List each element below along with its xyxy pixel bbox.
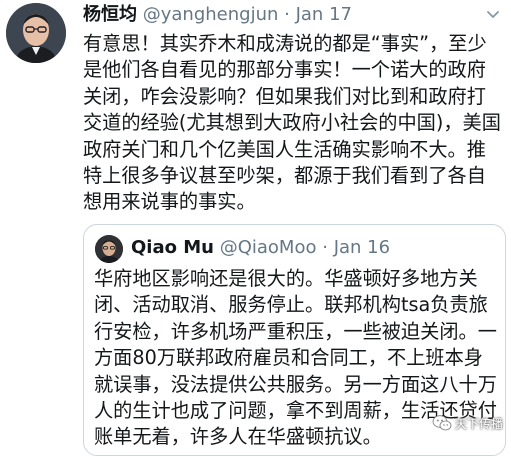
chevron-down-icon bbox=[487, 11, 499, 18]
quoted-author-handle[interactable]: @QiaoMoo bbox=[220, 237, 317, 258]
quoted-author-name[interactable]: Qiao Mu bbox=[131, 237, 214, 258]
tweet-text: 有意思！其实乔木和成涛说的都是“事实”，至少是他们各自看见的那部分事实！一个诺大… bbox=[83, 32, 501, 214]
watermark-text: 天下传播 bbox=[454, 416, 503, 431]
header-separator: · bbox=[284, 4, 290, 25]
quoted-avatar[interactable] bbox=[95, 235, 123, 263]
avatar-icon bbox=[6, 3, 66, 63]
author-name[interactable]: 杨恒均 bbox=[83, 4, 137, 25]
quoted-date[interactable]: Jan 16 bbox=[334, 237, 390, 258]
tweet-header: 杨恒均 @yanghengjun · Jan 17 bbox=[83, 1, 352, 29]
watermark: 天下传播 bbox=[432, 412, 503, 434]
wechat-icon bbox=[432, 415, 452, 431]
tweet-date[interactable]: Jan 17 bbox=[296, 4, 352, 25]
more-button[interactable] bbox=[485, 6, 501, 22]
quoted-header: Qiao Mu @QiaoMoo · Jan 16 bbox=[131, 234, 390, 262]
avatar-icon bbox=[95, 235, 123, 263]
author-handle[interactable]: @yanghengjun bbox=[143, 4, 279, 25]
quoted-header-separator: · bbox=[322, 237, 328, 258]
tweet[interactable]: 杨恒均 @yanghengjun · Jan 17 有意思！其实乔木和成涛说的都… bbox=[0, 0, 511, 456]
avatar[interactable] bbox=[6, 3, 66, 63]
